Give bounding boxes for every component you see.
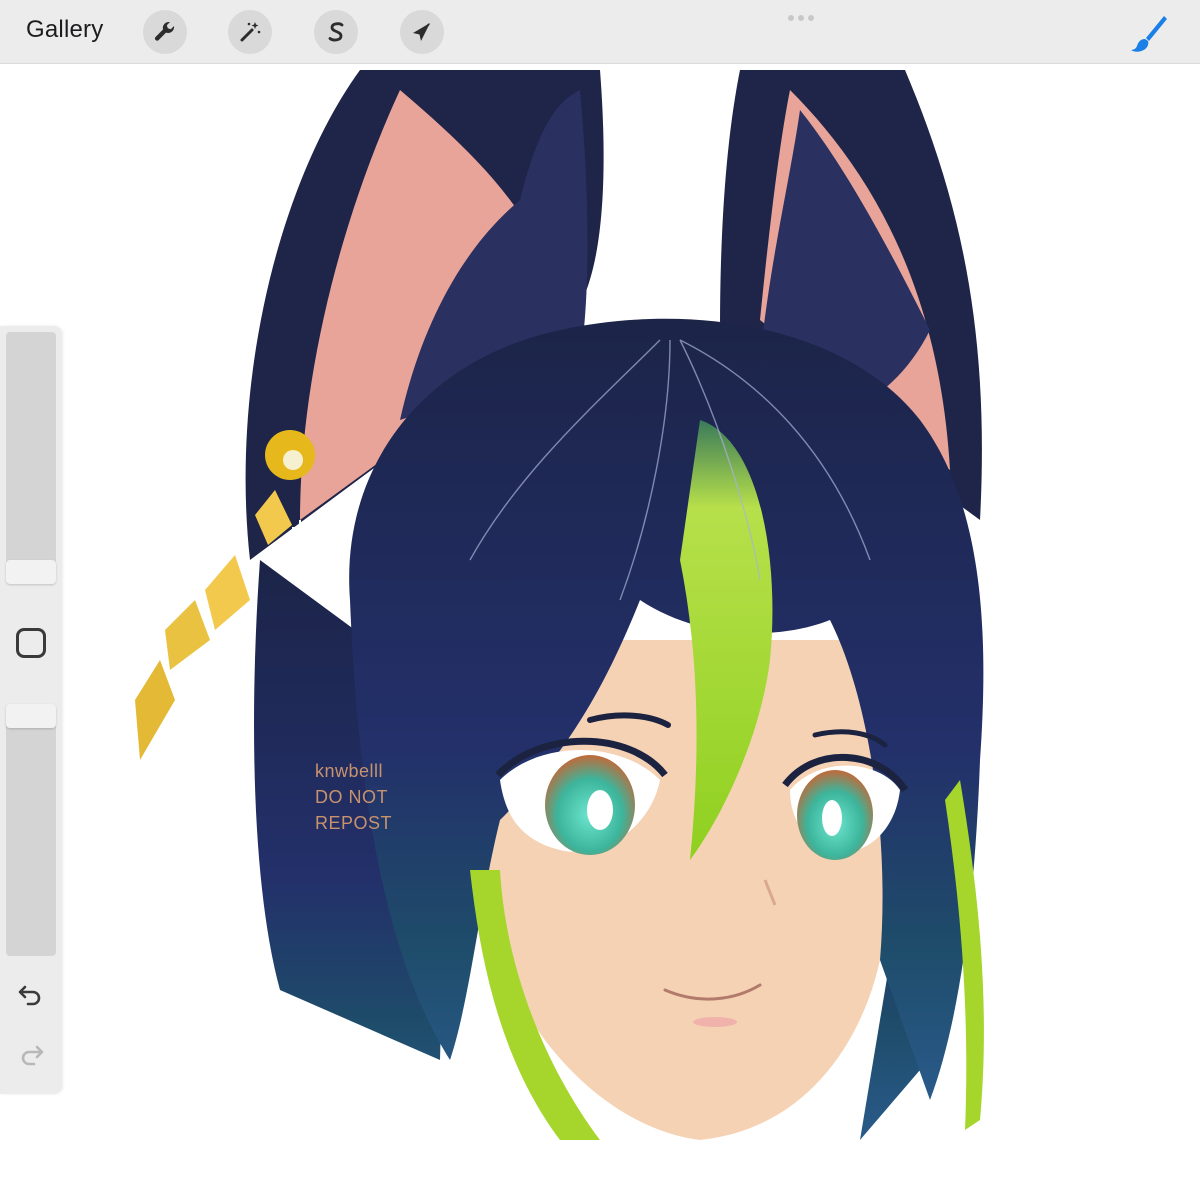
selection-s-icon <box>328 22 344 42</box>
grabber-dot <box>808 15 814 21</box>
actions-button[interactable] <box>143 10 187 54</box>
arrow-cursor-icon <box>413 23 430 41</box>
toolbar-grabber[interactable] <box>785 14 817 22</box>
magic-wand-icon <box>240 22 261 42</box>
sparkles <box>292 520 336 577</box>
lips <box>693 1017 737 1027</box>
top-toolbar: Gallery <box>0 0 1200 64</box>
brush-button[interactable] <box>1126 10 1172 56</box>
brush-size-slider-thumb[interactable] <box>6 560 56 584</box>
modify-button[interactable] <box>16 628 46 658</box>
undo-icon <box>18 985 41 1006</box>
watermark-line: DO NOT <box>315 787 388 807</box>
redo-button[interactable] <box>14 1038 48 1072</box>
brush-size-slider[interactable] <box>6 332 56 584</box>
brush-icon <box>1131 16 1167 52</box>
adjustments-button[interactable] <box>228 10 272 54</box>
redo-icon <box>21 1045 44 1066</box>
grabber-dot <box>788 15 794 21</box>
gallery-button[interactable]: Gallery <box>26 16 103 44</box>
watermark-line: REPOST <box>315 813 393 833</box>
undo-button[interactable] <box>14 978 48 1012</box>
grabber-dot <box>798 15 804 21</box>
watermark-line: knwbelll <box>315 761 384 781</box>
selection-button[interactable] <box>314 10 358 54</box>
left-sidebar <box>0 326 62 1094</box>
opacity-slider-thumb[interactable] <box>6 704 56 728</box>
transform-button[interactable] <box>400 10 444 54</box>
wrench-icon <box>154 21 175 41</box>
canvas-artwork[interactable] <box>62 64 1200 1200</box>
opacity-slider[interactable] <box>6 704 56 956</box>
watermark-text: knwbelll DO NOT REPOST <box>315 758 392 836</box>
